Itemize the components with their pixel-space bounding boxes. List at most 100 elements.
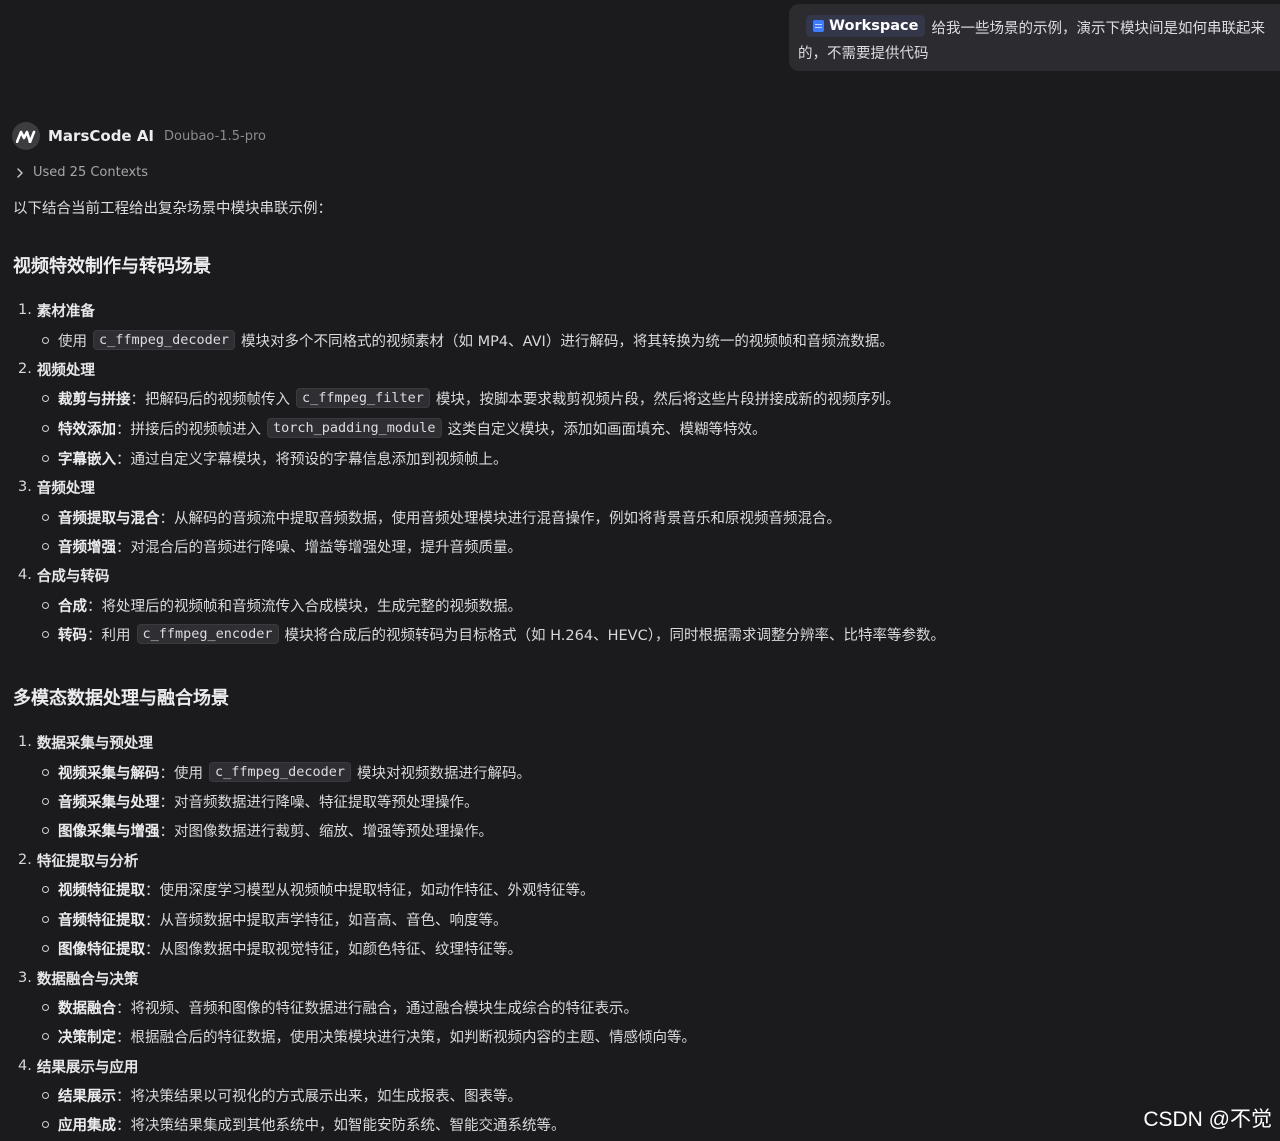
list-number: 3. [18, 479, 32, 495]
section-title: 视频特效制作与转码场景 [13, 256, 211, 277]
bullet-icon [42, 1120, 49, 1128]
bold-label: 视频特征提取 [58, 882, 145, 899]
bold-label: 音频增强 [58, 539, 116, 556]
list-item: 2. 特征提取与分析 [18, 848, 138, 872]
list-item: 转码 ：利用 c_ffmpeg_encoder 模块将合成后的视频转码为目标格式（如 … [42, 622, 945, 646]
intro-text: 以下结合当前工程给出复杂场景中模块串联示例： [13, 201, 332, 217]
workspace-chip-label: Workspace [829, 17, 919, 34]
list-item: 4. 结果展示与应用 [18, 1054, 138, 1078]
bullet-icon [42, 542, 49, 550]
chat-page: Workspace 给我一些场景的示例，演示下模块间是如何串联起来的，不需要提供… [0, 0, 1280, 1141]
list-item-title: 素材准备 [36, 303, 95, 320]
text: ：将决策结果集成到其他系统中，如智能安防系统、智能交通系统等。 [116, 1117, 566, 1134]
bold-label: 数据融合 [58, 1000, 116, 1017]
list-item: 结果展示 ：将决策结果以可视化的方式展示出来，如生成报表、图表等。 [42, 1083, 522, 1107]
text: ：从图像数据中提取视觉特征，如颜色特征、纹理特征等。 [145, 941, 522, 958]
ai-name: MarsCode AI [48, 127, 155, 145]
bullet-icon [42, 768, 49, 776]
list-item: 视频采集与解码 ：使用 c_ffmpeg_decoder 模块对视频数据进行解码。 [42, 760, 531, 784]
text: ：对混合后的音频进行降噪、增益等增强处理，提升音频质量。 [116, 539, 522, 556]
list-item-title: 合成与转码 [36, 568, 110, 585]
text: ：使用 [159, 765, 204, 782]
text: ：对音频数据进行降噪、特征提取等预处理操作。 [159, 794, 479, 811]
bullet-icon [42, 1032, 49, 1040]
inline-code: c_ffmpeg_decoder [93, 330, 236, 350]
list-item-title: 音频处理 [36, 480, 95, 497]
bullet-icon [42, 826, 49, 834]
list-item: 图像采集与增强 ：对图像数据进行裁剪、缩放、增强等预处理操作。 [42, 818, 493, 842]
list-number: 2. [18, 852, 32, 868]
list-number: 1. [18, 734, 32, 750]
bullet-icon [42, 630, 49, 638]
list-item: 2. 视频处理 [18, 357, 95, 381]
bullet-icon [42, 336, 49, 344]
text: 模块，按脚本要求裁剪视频片段，然后将这些片段拼接成新的视频序列。 [435, 391, 900, 408]
text: 模块对多个不同格式的视频素材（如 MP4、AVI）进行解码，将其转换为统一的视频… [241, 333, 894, 350]
ai-header: MarsCode AI Doubao-1.5-pro [12, 122, 266, 150]
contexts-label: Used 25 Contexts [33, 165, 149, 180]
list-item: 音频增强 ：对混合后的音频进行降噪、增益等增强处理，提升音频质量。 [42, 534, 522, 558]
list-item: 特效添加 ：拼接后的视频帧进入 torch_padding_module 这类自定义模… [42, 416, 767, 440]
list-number: 1. [18, 302, 32, 318]
bold-label: 结果展示 [58, 1088, 116, 1105]
list-item: 合成 ：将处理后的视频帧和音频流传入合成模块，生成完整的视频数据。 [42, 593, 522, 617]
bold-label: 图像特征提取 [58, 941, 145, 958]
list-item: 裁剪与拼接 ：把解码后的视频帧传入 c_ffmpeg_filter 模块，按脚本要求裁… [42, 386, 900, 410]
text: ：将视频、音频和图像的特征数据进行融合，通过融合模块生成综合的特征表示。 [116, 1000, 638, 1017]
inline-code: c_ffmpeg_encoder [136, 624, 279, 644]
list-item: 使用 c_ffmpeg_decoder 模块对多个不同格式的视频素材（如 MP4、A… [42, 328, 894, 352]
inline-code: torch_padding_module [267, 418, 442, 438]
bold-label: 音频采集与处理 [58, 794, 160, 811]
bullet-icon [42, 1003, 49, 1011]
text: ：利用 [87, 627, 131, 644]
text: ：从解码的音频流中提取音频数据，使用音频处理模块进行混音操作，例如将背景音乐和原… [159, 510, 842, 527]
list-item-title: 数据融合与决策 [36, 971, 139, 988]
list-item: 数据融合 ：将视频、音频和图像的特征数据进行融合，通过融合模块生成综合的特征表示。 [42, 995, 638, 1019]
list-item-title: 视频处理 [36, 362, 95, 379]
list-item: 1. 素材准备 [18, 298, 95, 322]
bullet-icon [42, 424, 49, 432]
bullet-icon [42, 885, 49, 893]
list-item-title: 结果展示与应用 [36, 1059, 139, 1076]
list-item: 1. 数据采集与预处理 [18, 730, 153, 754]
text: ：把解码后的视频帧传入 [130, 391, 291, 408]
text: ：拼接后的视频帧进入 [116, 421, 261, 438]
list-item: 应用集成 ：将决策结果集成到其他系统中，如智能安防系统、智能交通系统等。 [42, 1112, 566, 1136]
list-item: 图像特征提取 ：从图像数据中提取视觉特征，如颜色特征、纹理特征等。 [42, 936, 522, 960]
list-number: 3. [18, 970, 32, 986]
user-message-bubble: Workspace 给我一些场景的示例，演示下模块间是如何串联起来的，不需要提供… [789, 4, 1280, 71]
list-item: 3. 音频处理 [18, 475, 95, 499]
bold-label: 裁剪与拼接 [58, 391, 131, 408]
list-item: 3. 数据融合与决策 [18, 966, 138, 990]
bullet-icon [42, 601, 49, 609]
text: 这类自定义模块，添加如画面填充、模糊等特效。 [447, 421, 767, 438]
bullet-icon [42, 513, 49, 521]
workspace-chip[interactable]: Workspace [806, 15, 926, 37]
list-item: 音频提取与混合 ：从解码的音频流中提取音频数据，使用音频处理模块进行混音操作，例如… [42, 505, 841, 529]
bold-label: 视频采集与解码 [58, 765, 160, 782]
bold-label: 合成 [58, 598, 87, 615]
bold-label: 特效添加 [58, 421, 116, 438]
inline-code: c_ffmpeg_filter [296, 388, 430, 408]
list-item: 音频采集与处理 ：对音频数据进行降噪、特征提取等预处理操作。 [42, 789, 479, 813]
text: ：使用深度学习模型从视频帧中提取特征，如动作特征、外观特征等。 [145, 882, 595, 899]
bold-label: 应用集成 [58, 1117, 116, 1134]
list-number: 2. [18, 361, 32, 377]
bold-label: 音频特征提取 [58, 912, 145, 929]
inline-code: c_ffmpeg_decoder [209, 762, 352, 782]
list-item: 视频特征提取 ：使用深度学习模型从视频帧中提取特征，如动作特征、外观特征等。 [42, 877, 595, 901]
bullet-icon [42, 394, 49, 402]
text: 模块对视频数据进行解码。 [357, 765, 532, 782]
contexts-toggle[interactable]: Used 25 Contexts [14, 165, 148, 180]
text: ：将处理后的视频帧和音频流传入合成模块，生成完整的视频数据。 [87, 598, 522, 615]
bullet-icon [42, 1091, 49, 1099]
list-item-title: 数据采集与预处理 [36, 735, 153, 752]
list-number: 4. [18, 567, 32, 583]
list-item-title: 特征提取与分析 [36, 853, 139, 870]
bold-label: 音频提取与混合 [58, 510, 160, 527]
workspace-icon [813, 20, 824, 32]
bullet-icon [42, 454, 49, 462]
bold-label: 决策制定 [58, 1029, 116, 1046]
ai-model: Doubao-1.5-pro [164, 128, 266, 144]
list-item: 4. 合成与转码 [18, 563, 109, 587]
